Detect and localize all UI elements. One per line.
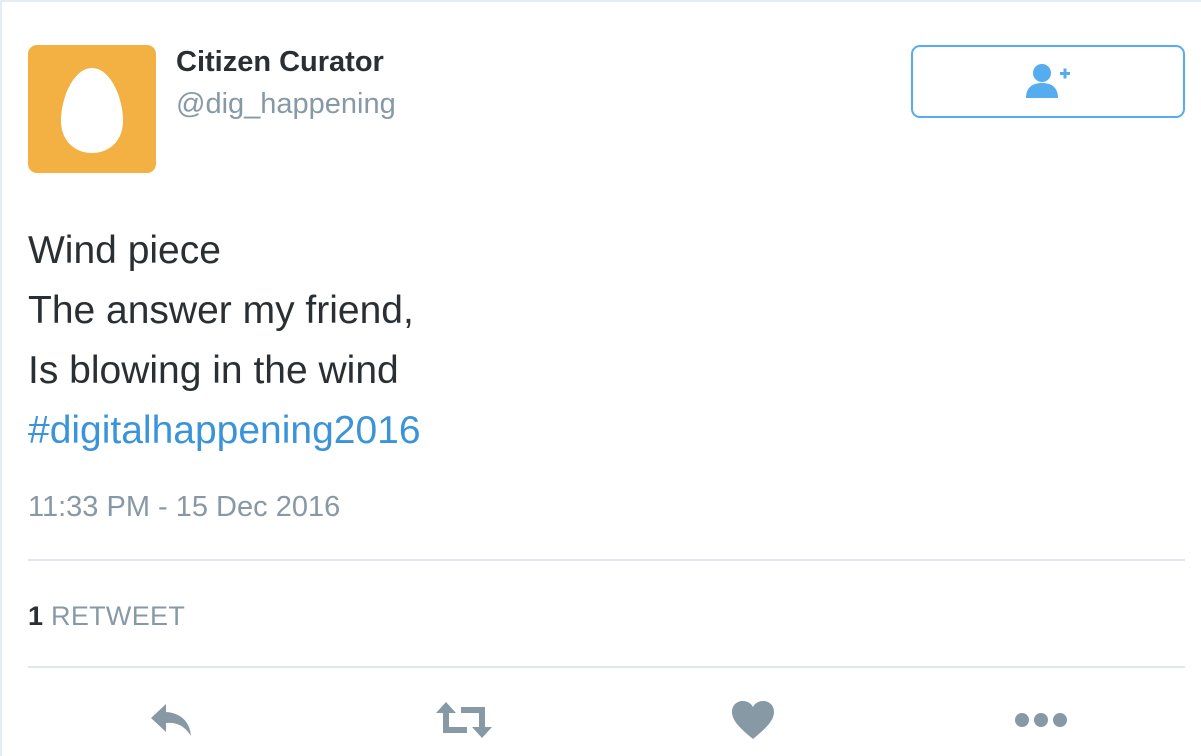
reply-icon <box>151 704 191 736</box>
tweet-line: Is blowing in the wind <box>28 349 399 392</box>
follow-user-plus-icon <box>1026 63 1070 98</box>
more-options-button[interactable] <box>1008 696 1074 744</box>
tweet-text: Wind piece The answer my friend, Is blow… <box>28 221 421 461</box>
retweet-icon <box>436 702 492 738</box>
reply-button[interactable] <box>142 696 202 744</box>
tweet-card: Citizen Curator @dig_happening Wind piec… <box>0 0 1201 756</box>
more-dots-icon <box>1015 713 1067 727</box>
follow-button[interactable] <box>911 45 1185 118</box>
tweet-timestamp[interactable]: 11:33 PM - 15 Dec 2016 <box>28 488 340 526</box>
heart-icon <box>732 701 774 739</box>
hashtag-link[interactable]: #digitalhappening2016 <box>28 401 421 461</box>
divider <box>28 666 1185 668</box>
retweet-button[interactable] <box>432 696 496 744</box>
retweet-stats[interactable]: 1 RETWEET <box>28 598 185 634</box>
user-handle[interactable]: @dig_happening <box>176 86 396 122</box>
tweet-line: The answer my friend, <box>28 289 414 332</box>
retweet-count: 1 <box>28 601 44 631</box>
retweet-label: RETWEET <box>51 601 186 631</box>
tweet-line: Wind piece <box>28 229 221 272</box>
default-egg-icon <box>28 45 156 173</box>
divider <box>28 559 1185 561</box>
like-button[interactable] <box>723 696 783 744</box>
display-name[interactable]: Citizen Curator <box>176 44 384 80</box>
avatar[interactable] <box>28 45 156 173</box>
